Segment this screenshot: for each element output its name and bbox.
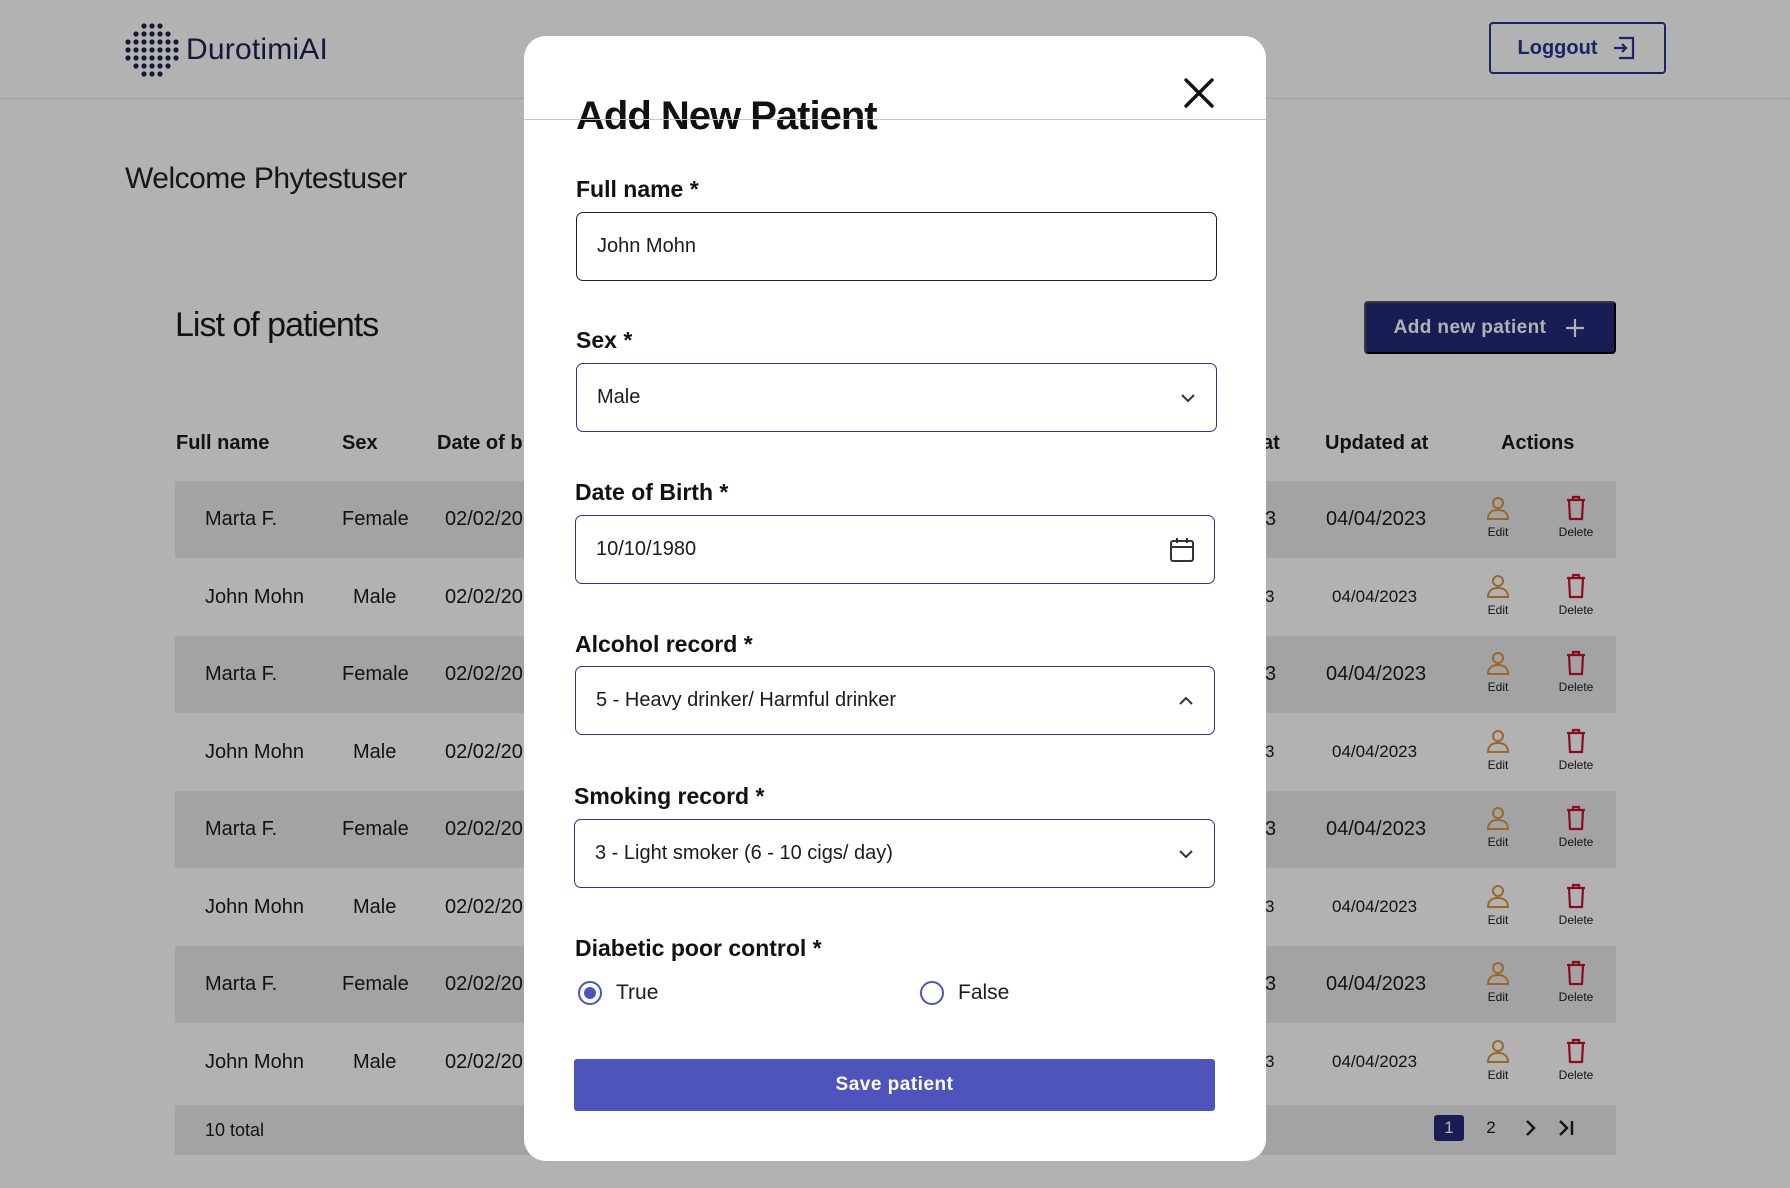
modal-divider bbox=[524, 119, 1266, 120]
radio-false-button[interactable] bbox=[920, 981, 944, 1005]
chevron-down-icon bbox=[1181, 393, 1195, 402]
sex-label: Sex * bbox=[576, 327, 633, 353]
sex-value: Male bbox=[597, 386, 641, 408]
smoking-value: 3 - Light smoker (6 - 10 cigs/ day) bbox=[595, 842, 893, 864]
calendar-icon[interactable] bbox=[1168, 536, 1196, 564]
radio-true[interactable]: True bbox=[578, 981, 658, 1005]
modal-title: Add New Patient bbox=[576, 94, 878, 138]
add-patient-modal: Add New Patient Full name * John Mohn Se… bbox=[524, 36, 1266, 1161]
dob-label: Date of Birth * bbox=[575, 479, 729, 505]
smoking-select[interactable]: 3 - Light smoker (6 - 10 cigs/ day) bbox=[574, 819, 1215, 888]
full-name-input[interactable]: John Mohn bbox=[576, 212, 1217, 281]
radio-selected-dot bbox=[584, 987, 596, 999]
close-icon bbox=[1184, 78, 1214, 108]
chevron-down-icon bbox=[1179, 849, 1193, 858]
full-name-value: John Mohn bbox=[597, 235, 696, 257]
sex-select[interactable]: Male bbox=[576, 363, 1217, 432]
radio-true-button[interactable] bbox=[578, 981, 602, 1005]
smoking-label: Smoking record * bbox=[574, 783, 765, 809]
full-name-label: Full name * bbox=[576, 176, 699, 202]
dob-value: 10/10/1980 bbox=[596, 538, 697, 560]
save-patient-button[interactable]: Save patient bbox=[574, 1059, 1215, 1111]
dob-input[interactable]: 10/10/1980 bbox=[575, 515, 1215, 584]
alcohol-label: Alcohol record * bbox=[575, 631, 753, 657]
chevron-up-icon bbox=[1179, 696, 1193, 705]
radio-false-label: False bbox=[958, 981, 1010, 1004]
alcohol-value: 5 - Heavy drinker/ Harmful drinker bbox=[596, 689, 897, 711]
alcohol-select[interactable]: 5 - Heavy drinker/ Harmful drinker bbox=[575, 666, 1215, 735]
diabetic-label: Diabetic poor control * bbox=[575, 935, 822, 961]
radio-false[interactable]: False bbox=[920, 981, 1009, 1005]
radio-true-label: True bbox=[616, 981, 659, 1004]
close-modal-button[interactable] bbox=[1164, 58, 1234, 128]
